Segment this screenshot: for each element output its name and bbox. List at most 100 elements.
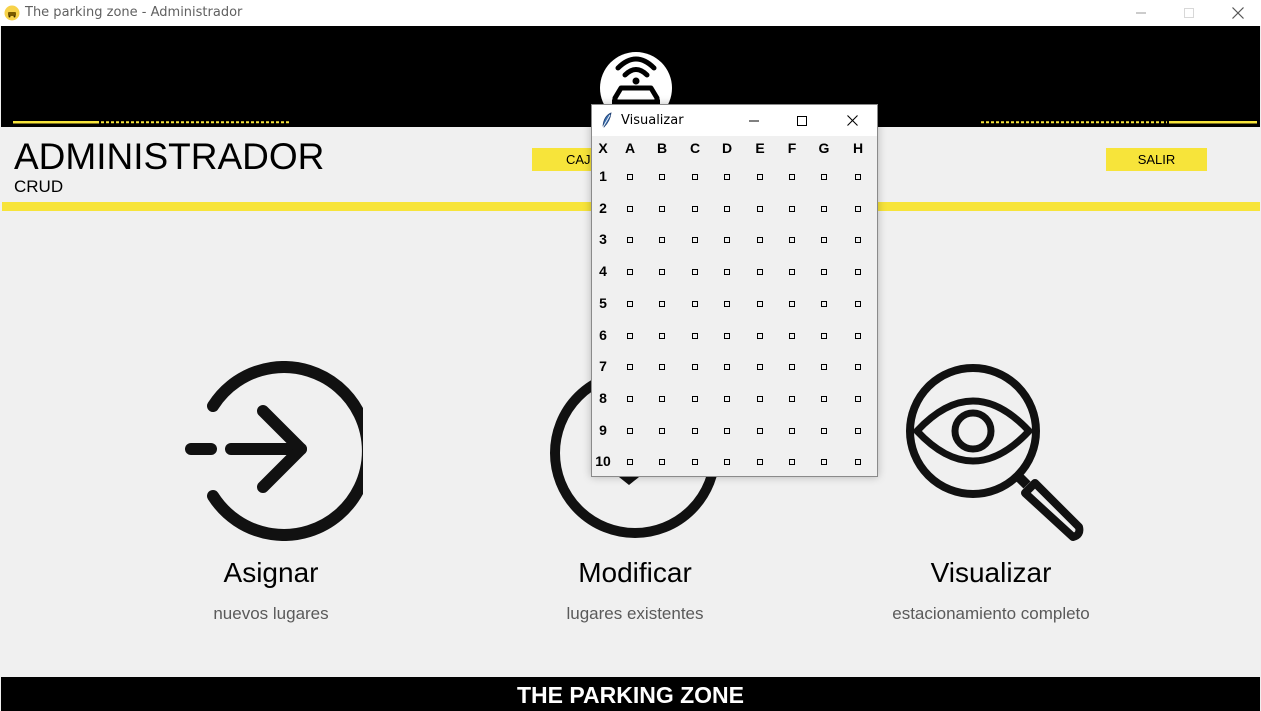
parking-spot-cell[interactable] <box>789 395 795 402</box>
parking-spot-cell[interactable] <box>724 427 730 434</box>
parking-spot-cell[interactable] <box>757 237 763 244</box>
parking-spot-cell[interactable] <box>659 427 665 434</box>
parking-spot-cell[interactable] <box>659 205 665 212</box>
grid-column-header: B <box>656 140 668 156</box>
parking-spot-cell[interactable] <box>724 205 730 212</box>
parking-spot-cell[interactable] <box>724 364 730 371</box>
grid-column-header: F <box>787 140 797 156</box>
popup-close-button[interactable] <box>829 105 875 136</box>
grid-row-header: 2 <box>599 199 607 216</box>
parking-spot-cell[interactable] <box>627 395 633 402</box>
parking-spot-cell[interactable] <box>659 459 665 466</box>
parking-spot-cell[interactable] <box>757 332 763 339</box>
parking-spot-cell[interactable] <box>724 237 730 244</box>
grid-column-header: H <box>852 140 864 156</box>
parking-spot-cell[interactable] <box>789 237 795 244</box>
parking-spot-cell[interactable] <box>855 205 861 212</box>
parking-spot-cell[interactable] <box>627 364 633 371</box>
grid-row-header: 9 <box>599 421 607 438</box>
parking-spot-cell[interactable] <box>627 459 633 466</box>
parking-spot-cell[interactable] <box>821 332 827 339</box>
parking-spot-cell[interactable] <box>855 300 861 307</box>
parking-spot-cell[interactable] <box>757 174 763 180</box>
parking-spot-cell[interactable] <box>757 427 763 434</box>
parking-spot-cell[interactable] <box>692 300 698 307</box>
parking-spot-cell[interactable] <box>692 332 698 339</box>
parking-spot-cell[interactable] <box>659 174 665 180</box>
parking-spot-cell[interactable] <box>821 364 827 371</box>
parking-spot-cell[interactable] <box>757 269 763 276</box>
parking-spot-cell[interactable] <box>855 364 861 371</box>
parking-spot-cell[interactable] <box>789 427 795 434</box>
parking-spot-cell[interactable] <box>627 332 633 339</box>
parking-spot-cell[interactable] <box>724 395 730 402</box>
parking-spot-cell[interactable] <box>692 459 698 466</box>
parking-spot-cell[interactable] <box>627 300 633 307</box>
parking-spot-cell[interactable] <box>789 269 795 276</box>
maximize-button[interactable] <box>1166 0 1212 26</box>
parking-spot-cell[interactable] <box>692 269 698 276</box>
parking-spot-cell[interactable] <box>757 459 763 466</box>
parking-spot-cell[interactable] <box>692 174 698 180</box>
parking-spot-cell[interactable] <box>757 205 763 212</box>
parking-spot-cell[interactable] <box>659 395 665 402</box>
parking-spot-cell[interactable] <box>757 364 763 371</box>
parking-spot-cell[interactable] <box>724 300 730 307</box>
parking-spot-cell[interactable] <box>821 205 827 212</box>
parking-spot-cell[interactable] <box>789 332 795 339</box>
grid-corner-label: X <box>598 140 608 156</box>
parking-spot-cell[interactable] <box>855 269 861 276</box>
parking-spot-cell[interactable] <box>659 300 665 307</box>
parking-spot-cell[interactable] <box>627 427 633 434</box>
parking-spot-cell[interactable] <box>821 237 827 244</box>
cajones-button[interactable]: CAJONES <box>532 148 594 171</box>
parking-spot-cell[interactable] <box>692 237 698 244</box>
parking-spot-cell[interactable] <box>789 459 795 466</box>
parking-spot-cell[interactable] <box>659 269 665 276</box>
salir-button[interactable]: SALIR <box>1106 148 1207 171</box>
parking-spot-cell[interactable] <box>821 395 827 402</box>
eye-magnifier-icon[interactable] <box>903 361 1085 543</box>
parking-spot-cell[interactable] <box>855 395 861 402</box>
popup-minimize-button[interactable] <box>731 105 777 136</box>
parking-spot-cell[interactable] <box>627 174 633 180</box>
parking-spot-cell[interactable] <box>627 237 633 244</box>
arrow-in-circle-icon[interactable] <box>183 361 374 541</box>
parking-spot-cell[interactable] <box>627 205 633 212</box>
parking-spot-cell[interactable] <box>821 427 827 434</box>
parking-spot-cell[interactable] <box>855 174 861 180</box>
popup-maximize-button[interactable] <box>779 105 825 136</box>
card-title-modificar: Modificar <box>578 557 692 588</box>
parking-spot-cell[interactable] <box>855 237 861 244</box>
parking-spot-cell[interactable] <box>855 427 861 434</box>
close-button[interactable] <box>1215 0 1261 26</box>
parking-spot-cell[interactable] <box>692 427 698 434</box>
parking-spot-cell[interactable] <box>821 459 827 466</box>
parking-spot-cell[interactable] <box>855 332 861 339</box>
parking-spot-cell[interactable] <box>692 395 698 402</box>
parking-spot-cell[interactable] <box>789 300 795 307</box>
parking-spot-cell[interactable] <box>724 174 730 180</box>
grid-column-header: G <box>818 140 830 156</box>
parking-spot-cell[interactable] <box>821 300 827 307</box>
parking-spot-cell[interactable] <box>821 174 827 180</box>
parking-spot-cell[interactable] <box>659 364 665 371</box>
parking-spot-cell[interactable] <box>789 205 795 212</box>
parking-spot-cell[interactable] <box>757 395 763 402</box>
parking-spot-cell[interactable] <box>724 332 730 339</box>
parking-spot-cell[interactable] <box>659 332 665 339</box>
parking-spot-cell[interactable] <box>789 364 795 371</box>
parking-spot-cell[interactable] <box>659 237 665 244</box>
parking-spot-cell[interactable] <box>855 459 861 466</box>
parking-spot-cell[interactable] <box>821 269 827 276</box>
minimize-button[interactable] <box>1118 0 1164 26</box>
parking-spot-cell[interactable] <box>692 364 698 371</box>
parking-spot-cell[interactable] <box>789 174 795 180</box>
parking-spot-cell[interactable] <box>627 269 633 276</box>
parking-spot-cell[interactable] <box>724 269 730 276</box>
parking-spot-cell[interactable] <box>757 300 763 307</box>
parking-spot-cell[interactable] <box>724 459 730 466</box>
visualizar-popup-window: Visualizar X A B C D E F G H 1 2 3 4 5 6 7 8 9 10 <box>591 104 878 477</box>
parking-spot-cell[interactable] <box>692 205 698 212</box>
card-subtitle-modificar: lugares existentes <box>566 604 704 623</box>
